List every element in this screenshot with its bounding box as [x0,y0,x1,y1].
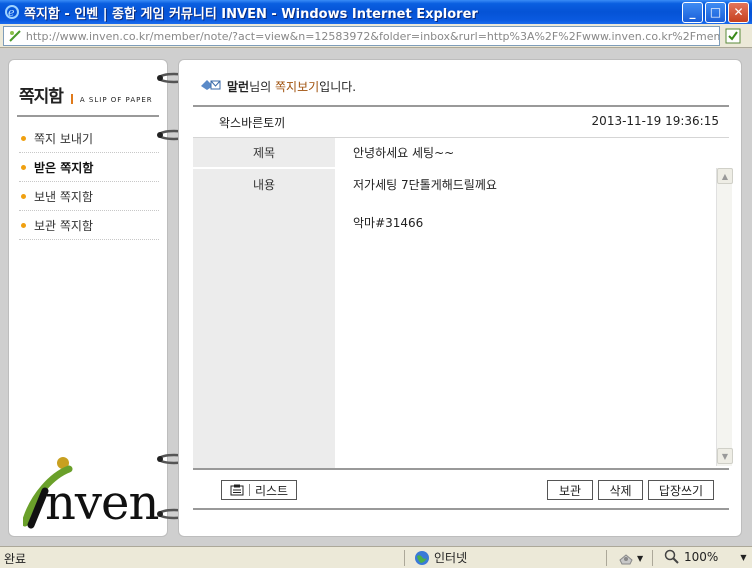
status-bar: 완료 인터넷 ▼ 100% ▼ [0,546,752,568]
note-panel: 말런 님의 쪽지보기 입니다. 왁스바른토끼 2013-11-19 19:36:… [178,59,742,537]
sidebar-menu: 쪽지 보내기 받은 쪽지함 보낸 쪽지함 보관 쪽지함 [19,124,159,240]
footer-divider [193,508,729,510]
address-input[interactable]: http://www.inven.co.kr/member/note/?act=… [3,26,720,46]
logo-subtitle: A SLIP OF PAPER [79,96,153,104]
minimize-button[interactable]: _ [682,1,703,23]
note-date: 2013-11-19 19:36:15 [591,114,719,128]
sidebar-item-send[interactable]: 쪽지 보내기 [19,124,159,153]
list-button-label: 리스트 [254,483,289,498]
page-icon [7,28,23,44]
status-separator [652,550,653,566]
zone-label: 인터넷 [434,551,468,565]
note-greeting: 말런 님의 쪽지보기 입니다. [199,78,356,95]
bullet-icon [21,193,26,199]
status-separator [606,550,607,566]
note-user-name: 말런 [227,80,250,94]
button-separator [248,484,250,496]
zoom-icon [664,549,679,564]
window-titlebar[interactable]: e 쪽지함 - 인벤 | 종합 게임 커뮤니티 INVEN - Windows … [0,0,752,24]
reply-button[interactable]: 답장쓰기 [648,480,714,500]
window-title: 쪽지함 - 인벤 | 종합 게임 커뮤니티 INVEN - Windows In… [24,6,478,22]
address-url: http://www.inven.co.kr/member/note/?act=… [25,29,719,43]
delete-button[interactable]: 삭제 [598,480,643,500]
chevron-down-icon: ▼ [637,553,644,563]
security-zone[interactable]: 인터넷 [414,549,467,566]
svg-text:e: e [8,6,15,19]
row-divider [193,167,729,169]
status-text: 완료 [4,552,27,566]
scroll-down-icon[interactable]: ▼ [717,448,733,464]
sidebar-item-inbox[interactable]: 받은 쪽지함 [19,153,159,182]
logo-title: 쪽지함 [19,87,64,107]
protected-mode-icon [619,554,633,565]
note-meta: 왁스바른토끼 2013-11-19 19:36:15 [219,114,719,131]
address-bar: http://www.inven.co.kr/member/note/?act=… [0,24,752,48]
bullet-icon [21,135,26,141]
body-scrollbar[interactable]: ▲ ▼ [716,168,733,466]
note-letter-icon [199,78,221,95]
zoom-control[interactable]: 100% ▼ [664,549,746,565]
clipboard-icon [230,484,244,496]
scroll-up-icon[interactable]: ▲ [717,168,733,184]
inven-logo: nven [21,455,163,535]
sidebar-panel: 쪽지함 A SLIP OF PAPER 쪽지 보내기 받은 쪽지함 보낸 쪽지함… [8,59,168,537]
note-sender[interactable]: 왁스바른토끼 [219,114,285,131]
globe-icon [415,550,429,565]
compatibility-icon[interactable] [724,27,742,45]
bullet-icon [21,164,26,170]
status-separator [404,550,405,566]
logo-wordmark: nven [45,475,159,531]
note-view-label: 쪽지보기 [275,80,320,94]
list-button[interactable]: 리스트 [221,480,297,500]
maximize-button[interactable]: □ [705,1,726,23]
bullet-icon [21,222,26,228]
sidebar-item-archive[interactable]: 보관 쪽지함 [19,211,159,240]
body-line-1: 저가세팅 7단톨게해드릴께요 [353,178,497,192]
close-button[interactable]: ✕ [728,1,749,23]
logo-divider [70,94,73,104]
footer-divider [193,468,729,470]
protected-mode[interactable]: ▼ [618,550,643,566]
page-content: 쪽지함 A SLIP OF PAPER 쪽지 보내기 받은 쪽지함 보낸 쪽지함… [0,49,752,546]
keep-button[interactable]: 보관 [547,480,593,500]
zoom-level: 100% [684,550,719,564]
body-line-2: 악마#31466 [353,216,424,230]
header-divider [193,105,729,107]
sidebar-divider [17,115,159,117]
subject-value: 안녕하세요 세팅~~ [353,146,455,160]
sidebar-item-sent[interactable]: 보낸 쪽지함 [19,182,159,211]
body-label: 내용 [252,178,276,192]
subject-label: 제목 [252,146,276,160]
chevron-down-icon: ▼ [740,552,747,562]
ie-icon: e [4,4,20,20]
sidebar-logo: 쪽지함 A SLIP OF PAPER [19,82,153,107]
